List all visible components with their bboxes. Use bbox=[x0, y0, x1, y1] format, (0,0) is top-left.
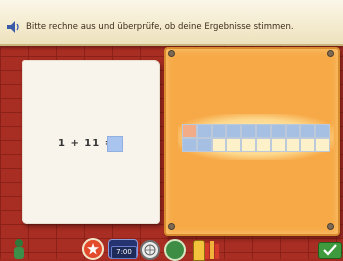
equation-text: 1 + 11 = bbox=[58, 138, 115, 149]
speaker-icon[interactable] bbox=[6, 20, 20, 34]
star-button[interactable] bbox=[82, 238, 104, 260]
green-round-button[interactable] bbox=[164, 239, 186, 261]
globe-button[interactable] bbox=[140, 240, 160, 260]
grid-cell[interactable] bbox=[256, 124, 271, 138]
figure-icon[interactable] bbox=[10, 238, 28, 259]
grid-cell[interactable] bbox=[226, 124, 242, 138]
checkmark-icon bbox=[323, 244, 337, 256]
instruction-banner: Bitte rechne aus und überprüfe, ob deine… bbox=[0, 0, 343, 46]
grid-cell[interactable] bbox=[241, 138, 256, 152]
bottom-toolbar bbox=[0, 236, 343, 261]
grid-cell[interactable] bbox=[285, 124, 301, 138]
grid-cell[interactable] bbox=[241, 124, 256, 138]
doorway-icon[interactable] bbox=[193, 240, 205, 261]
grid-cell[interactable] bbox=[182, 138, 197, 152]
instruction-text: Bitte rechne aus und überprüfe, ob deine… bbox=[26, 22, 294, 32]
grid-cell[interactable] bbox=[256, 138, 271, 152]
grid-cell[interactable] bbox=[211, 138, 227, 152]
grid-cell[interactable] bbox=[226, 138, 242, 152]
clock-display: 7:00 bbox=[111, 246, 137, 259]
globe-icon bbox=[144, 244, 156, 256]
screw-icon bbox=[168, 223, 175, 230]
screw-icon bbox=[168, 50, 175, 57]
grid-cell[interactable] bbox=[270, 138, 286, 152]
screw-icon bbox=[327, 223, 334, 230]
grid-cell[interactable] bbox=[300, 138, 316, 152]
grid-cell[interactable] bbox=[300, 124, 316, 138]
grid-cell[interactable] bbox=[270, 124, 286, 138]
screw-icon bbox=[327, 50, 334, 57]
grid-cell[interactable] bbox=[285, 138, 301, 152]
star-icon bbox=[87, 243, 99, 255]
grid-cell[interactable] bbox=[315, 138, 330, 152]
grid-cell[interactable] bbox=[315, 124, 330, 138]
answer-input[interactable] bbox=[107, 136, 123, 152]
ten-frame-grid[interactable] bbox=[182, 124, 330, 152]
grid-cell[interactable] bbox=[182, 124, 197, 138]
grid-cell[interactable] bbox=[211, 124, 227, 138]
grid-cell[interactable] bbox=[196, 138, 212, 152]
book-icon[interactable] bbox=[205, 241, 219, 259]
grid-cell[interactable] bbox=[196, 124, 212, 138]
check-button[interactable] bbox=[318, 242, 342, 259]
